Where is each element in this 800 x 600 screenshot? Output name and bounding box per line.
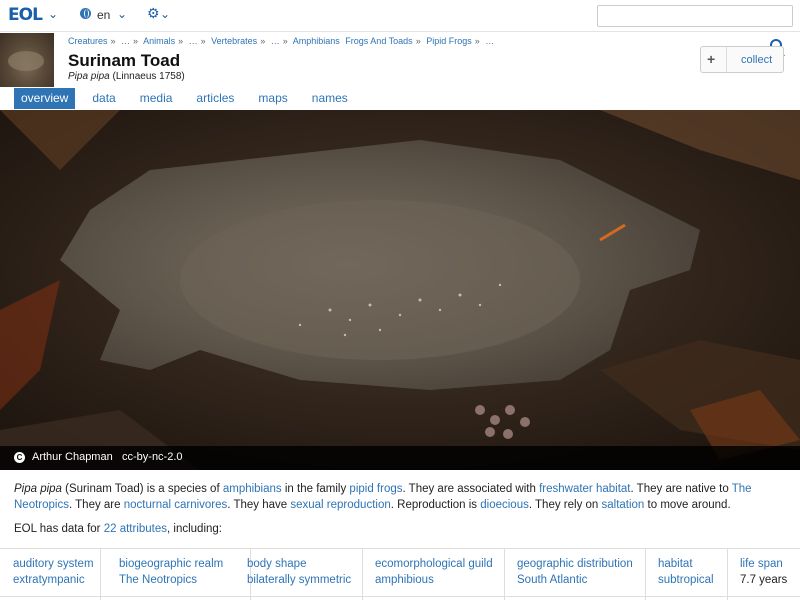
chevron-down-icon[interactable]: ⌄ [117, 7, 127, 21]
plus-icon: + [707, 51, 716, 67]
attribute-grid: auditory system extratympanic biogeograp… [0, 548, 800, 600]
breadcrumb-separator: » [110, 36, 116, 46]
divider [726, 47, 727, 72]
eol-logo[interactable]: EOL [8, 5, 43, 25]
top-navbar: EOL ⌄ en ⌄ ⚙ ⌄ [0, 0, 800, 32]
link-saltation[interactable]: saltation [602, 499, 645, 511]
breadcrumb: Creatures» …» Animals» …» Vertebrates» …… [68, 36, 497, 46]
photo-author[interactable]: Arthur Chapman [32, 451, 113, 463]
tab-articles[interactable]: articles [189, 88, 241, 109]
summary-sci-name: Pipa pipa [14, 483, 62, 495]
tab-media[interactable]: media [133, 88, 180, 109]
link-nocturnal-carnivores[interactable]: nocturnal carnivores [124, 499, 228, 511]
summary-text: . They have [227, 499, 291, 511]
creative-commons-icon: C [14, 452, 25, 463]
attribute-grid-next-row [0, 596, 800, 600]
breadcrumb-separator: » [474, 36, 480, 46]
link-amphibians[interactable]: amphibians [223, 483, 282, 495]
summary-text: . They are associated with [402, 483, 540, 495]
breadcrumb-item[interactable]: Pipid Frogs [426, 36, 472, 46]
attribute-name[interactable]: biogeographic realm [119, 556, 250, 572]
attribute-cell[interactable]: habitat subtropical [645, 549, 728, 600]
breadcrumb-item[interactable]: … [121, 36, 130, 46]
tab-data[interactable]: data [85, 88, 122, 109]
collect-button[interactable]: + collect [700, 46, 784, 73]
chevron-down-icon[interactable]: ⌄ [48, 7, 58, 21]
attribute-value[interactable]: The Neotropics [119, 572, 250, 588]
breadcrumb-separator: » [260, 36, 266, 46]
breadcrumb-separator: » [133, 36, 139, 46]
attribute-value[interactable]: subtropical [658, 572, 727, 588]
summary-text: . They are [68, 499, 124, 511]
tab-maps[interactable]: maps [251, 88, 294, 109]
attribute-cell[interactable]: body shape bilaterally symmetric [234, 549, 363, 600]
link-dioecious[interactable]: dioecious [480, 499, 529, 511]
attribute-cell[interactable]: life span 7.7 years [727, 549, 800, 600]
tab-names[interactable]: names [305, 88, 355, 109]
data-line-prefix: EOL has data for [14, 523, 104, 535]
species-summary: Pipa pipa (Surinam Toad) is a species of… [14, 481, 794, 513]
attribute-value[interactable]: amphibious [375, 572, 504, 588]
toad-photo [0, 110, 800, 470]
breadcrumb-item[interactable]: … [189, 36, 198, 46]
collect-label: collect [741, 54, 773, 66]
summary-text: . Reproduction is [390, 499, 481, 511]
attribute-name[interactable]: body shape [247, 556, 362, 572]
breadcrumb-item[interactable]: … [271, 36, 280, 46]
attribute-name[interactable]: ecomorphological guild [375, 556, 504, 572]
page-title: Surinam Toad [68, 51, 181, 70]
attribute-cell[interactable]: biogeographic realm The Neotropics [106, 549, 251, 600]
breadcrumb-item[interactable]: Frogs And Toads [345, 36, 412, 46]
attribute-name[interactable]: habitat [658, 556, 727, 572]
breadcrumb-separator: » [282, 36, 288, 46]
breadcrumb-item[interactable]: Amphibians [293, 36, 340, 46]
scientific-name-line: Pipa pipa (Linnaeus 1758) [68, 71, 185, 82]
globe-icon[interactable] [80, 8, 91, 19]
breadcrumb-separator: » [200, 36, 206, 46]
breadcrumb-separator: » [415, 36, 421, 46]
summary-text: in the family [281, 483, 350, 495]
authority: (Linnaeus 1758) [112, 71, 185, 82]
summary-text: . They rely on [528, 499, 602, 511]
chevron-down-icon[interactable]: ⌄ [160, 7, 170, 21]
breadcrumb-item[interactable]: Creatures [68, 36, 108, 46]
scientific-name: Pipa pipa [68, 71, 110, 82]
tab-overview[interactable]: overview [14, 88, 76, 109]
link-freshwater-habitat[interactable]: freshwater habitat [539, 483, 630, 495]
attribute-value: 7.7 years [740, 574, 788, 586]
data-count-line: EOL has data for 22 attributes, includin… [14, 523, 222, 535]
search-input[interactable] [597, 5, 793, 27]
page-tabs: overview data media articles maps names [14, 88, 365, 109]
photo-attribution: C Arthur Chapman cc-by-nc-2.0 [0, 446, 800, 470]
attribute-value[interactable]: bilaterally symmetric [247, 572, 362, 588]
attributes-link[interactable]: 22 attributes [104, 523, 167, 535]
attribute-name[interactable]: geographic distribution [517, 556, 645, 572]
photo-license[interactable]: cc-by-nc-2.0 [122, 451, 183, 463]
attribute-value[interactable]: extratympanic [13, 572, 100, 588]
summary-text: (Surinam Toad) is a species of [61, 483, 223, 495]
breadcrumb-separator: » [178, 36, 184, 46]
attribute-cell[interactable]: geographic distribution South Atlantic [504, 549, 646, 600]
data-line-suffix: , including: [167, 523, 222, 535]
hero-photo[interactable] [0, 110, 800, 470]
attribute-name[interactable]: life span [740, 556, 800, 572]
gear-icon[interactable]: ⚙ [147, 5, 160, 22]
summary-text: to move around. [644, 499, 731, 511]
species-thumbnail[interactable] [0, 33, 54, 87]
link-sexual-reproduction[interactable]: sexual reproduction [290, 499, 390, 511]
attribute-cell[interactable]: ecomorphological guild amphibious [362, 549, 505, 600]
breadcrumb-item[interactable]: Vertebrates [211, 36, 257, 46]
language-selector[interactable]: en [97, 8, 110, 22]
breadcrumb-item[interactable]: … [485, 36, 494, 46]
summary-text: . They are native to [630, 483, 732, 495]
attribute-cell[interactable]: auditory system extratympanic [0, 549, 101, 600]
attribute-value[interactable]: South Atlantic [517, 572, 645, 588]
breadcrumb-item[interactable]: Animals [143, 36, 175, 46]
link-pipid-frogs[interactable]: pipid frogs [349, 483, 402, 495]
attribute-name[interactable]: auditory system [13, 556, 100, 572]
